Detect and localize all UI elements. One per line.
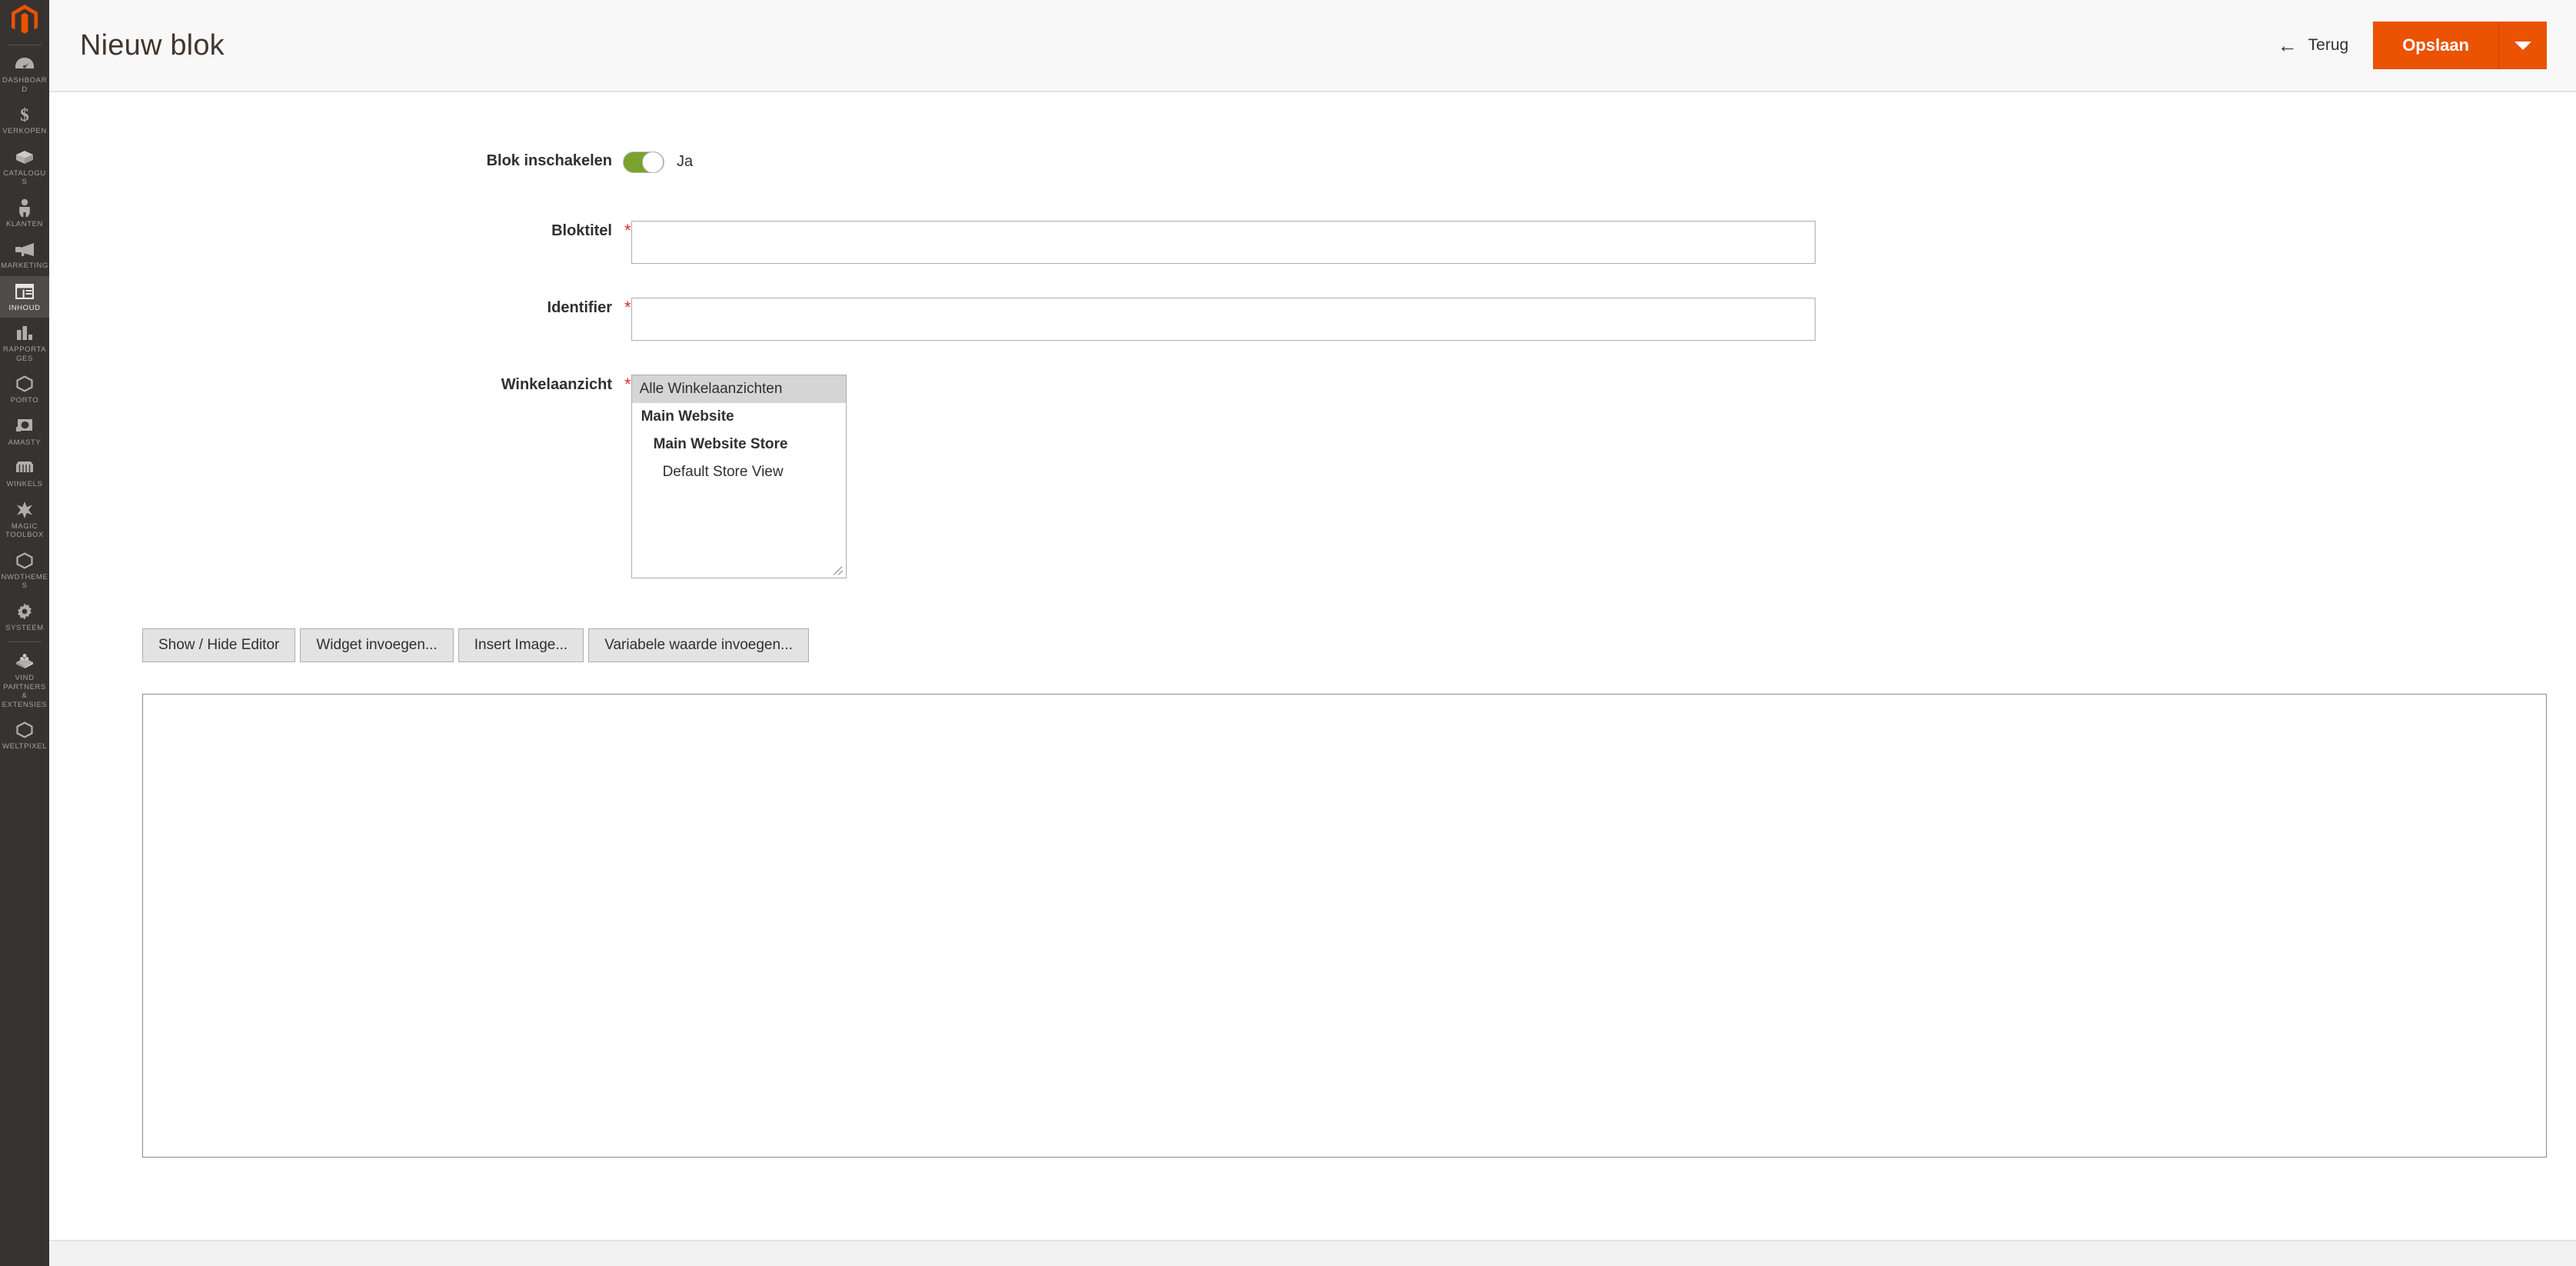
sidebar-item-label: Marketing	[1, 262, 48, 270]
sidebar-item-label: Systeem	[5, 623, 44, 632]
sidebar-item-klanten[interactable]: Klanten	[0, 192, 49, 235]
sidebar-item-label: Rapportages	[2, 345, 47, 363]
editor-toolbar-button-3[interactable]: Variabele waarde invoegen...	[588, 628, 809, 662]
sidebar-item-label: Porto	[10, 396, 39, 405]
sidebar-item-porto[interactable]: Porto	[0, 368, 49, 411]
dashboard-icon	[13, 55, 36, 73]
identifier-label-cell: Identifier *	[438, 298, 631, 318]
enable-label-cell: Blok inschakelen	[438, 151, 623, 171]
sidebar-item-marketing[interactable]: Marketing	[0, 234, 49, 276]
sidebar-item-weltpixel[interactable]: WeltPixel	[0, 715, 49, 757]
sidebar-item-rapportages[interactable]: Rapportages	[0, 318, 49, 368]
editor-toolbar-button-1[interactable]: Widget invoegen...	[300, 628, 454, 662]
content-editor-textarea[interactable]	[142, 694, 2547, 1158]
store-view-option[interactable]: Main Website	[632, 403, 846, 431]
store-view-option[interactable]: Main Website Store	[632, 431, 846, 458]
main-sidebar: Dashboard $ Verkopen Catalogus Klanten M…	[0, 0, 49, 1266]
sidebar-item-label: Amasty	[8, 438, 42, 447]
box-icon	[13, 148, 36, 166]
field-row-store-view: Winkelaanzicht * Alle Winkelaanzichten Ma…	[438, 375, 847, 578]
save-button[interactable]: Opslaan	[2373, 22, 2499, 69]
sidebar-item-label: Klanten	[5, 219, 44, 228]
block-title-label: Bloktitel	[551, 222, 612, 239]
dollar-icon: $	[13, 105, 36, 124]
admin-page: Dashboard $ Verkopen Catalogus Klanten M…	[0, 0, 2576, 1266]
block-title-input[interactable]	[631, 221, 1816, 264]
save-split-button: Opslaan	[2373, 22, 2547, 69]
back-button-label: Terug	[2308, 36, 2349, 54]
chevron-down-icon	[2514, 41, 2531, 50]
identifier-label: Identifier	[547, 299, 612, 316]
back-button[interactable]: ← Terug	[2270, 29, 2357, 62]
extensions-icon	[13, 652, 36, 671]
field-row-block-title: Bloktitel *	[438, 221, 1816, 264]
sidebar-divider-bottom	[8, 641, 42, 642]
sidebar-item-label: Catalogus	[3, 168, 46, 187]
field-row-identifier: Identifier *	[438, 298, 1816, 341]
megaphone-icon	[13, 240, 36, 258]
page-title: Nieuw blok	[80, 28, 225, 62]
required-asterisk: *	[624, 221, 631, 240]
sidebar-item-systeem[interactable]: Systeem	[0, 596, 49, 638]
sidebar-item-label: Inhoud	[8, 303, 41, 312]
editor-toolbar: Show / Hide Editor Widget invoegen... Inse…	[142, 628, 809, 662]
sidebar-item-label: Magic Toolbox	[5, 521, 44, 540]
store-view-label-cell: Winkelaanzicht *	[438, 375, 631, 395]
hexagon-icon	[13, 551, 36, 570]
amasty-icon	[13, 417, 36, 435]
sidebar-item-catalogus[interactable]: Catalogus	[0, 142, 49, 192]
storefront-icon	[13, 458, 36, 477]
sidebar-item-dashboard[interactable]: Dashboard	[0, 48, 49, 99]
block-title-label-cell: Bloktitel *	[438, 221, 631, 241]
layout-icon	[13, 282, 36, 301]
store-view-option[interactable]: Alle Winkelaanzichten	[631, 375, 846, 403]
sidebar-item-label: Winkels	[6, 480, 43, 488]
editor-toolbar-button-2[interactable]: Insert Image...	[458, 628, 584, 662]
sidebar-item-magic-toolbox[interactable]: Magic Toolbox	[0, 495, 49, 545]
header-actions: ← Terug Opslaan	[2270, 22, 2547, 69]
arrow-left-icon: ←	[2277, 34, 2298, 57]
sidebar-item-verkopen[interactable]: $ Verkopen	[0, 99, 49, 142]
sidebar-item-nwdthemes[interactable]: NWDTHEMES	[0, 545, 49, 596]
resize-handle-icon	[834, 565, 844, 576]
sidebar-item-inhoud[interactable]: Inhoud	[0, 275, 49, 318]
sidebar-item-winkels[interactable]: Winkels	[0, 452, 49, 495]
person-icon	[13, 198, 36, 217]
toggle-knob	[642, 152, 664, 173]
sidebar-item-label: Dashboard	[2, 76, 48, 94]
required-asterisk: *	[624, 298, 631, 317]
store-view-multiselect[interactable]: Alle Winkelaanzichten Main Website Main We…	[631, 375, 847, 578]
editor-toolbar-button-0[interactable]: Show / Hide Editor	[142, 628, 296, 662]
required-asterisk: *	[624, 375, 631, 394]
store-view-option[interactable]: Default Store View	[632, 458, 846, 486]
sidebar-item-label: WeltPixel	[2, 742, 48, 751]
sidebar-item-label: Verkopen	[2, 127, 47, 135]
enable-toggle-value: Ja	[677, 153, 694, 170]
save-options-button[interactable]	[2499, 22, 2547, 69]
gear-icon	[13, 602, 36, 621]
page-header: Nieuw blok ← Terug Opslaan	[49, 0, 2576, 92]
hexagon-icon	[13, 721, 36, 739]
sidebar-item-label: NWDTHEMES	[1, 572, 48, 591]
hexagon-icon	[13, 375, 36, 393]
enable-label: Blok inschakelen	[486, 152, 612, 169]
store-view-label: Winkelaanzicht	[501, 376, 612, 393]
sparkle-icon	[13, 501, 36, 519]
sidebar-item-label: Vind Partners & Extensies	[2, 674, 48, 709]
page-footer	[49, 1240, 2576, 1266]
sidebar-item-amasty[interactable]: Amasty	[0, 411, 49, 453]
enable-toggle[interactable]	[623, 152, 664, 173]
magento-logo[interactable]	[0, 0, 49, 40]
form-area: Blok inschakelen Ja Bloktitel * Identifi…	[49, 94, 2576, 1240]
identifier-input[interactable]	[631, 298, 1816, 341]
sidebar-item-vind-partners[interactable]: Vind Partners & Extensies	[0, 646, 49, 715]
bar-chart-icon	[13, 324, 36, 342]
field-row-enable: Blok inschakelen Ja	[438, 151, 693, 173]
svg-text:$: $	[20, 105, 29, 124]
